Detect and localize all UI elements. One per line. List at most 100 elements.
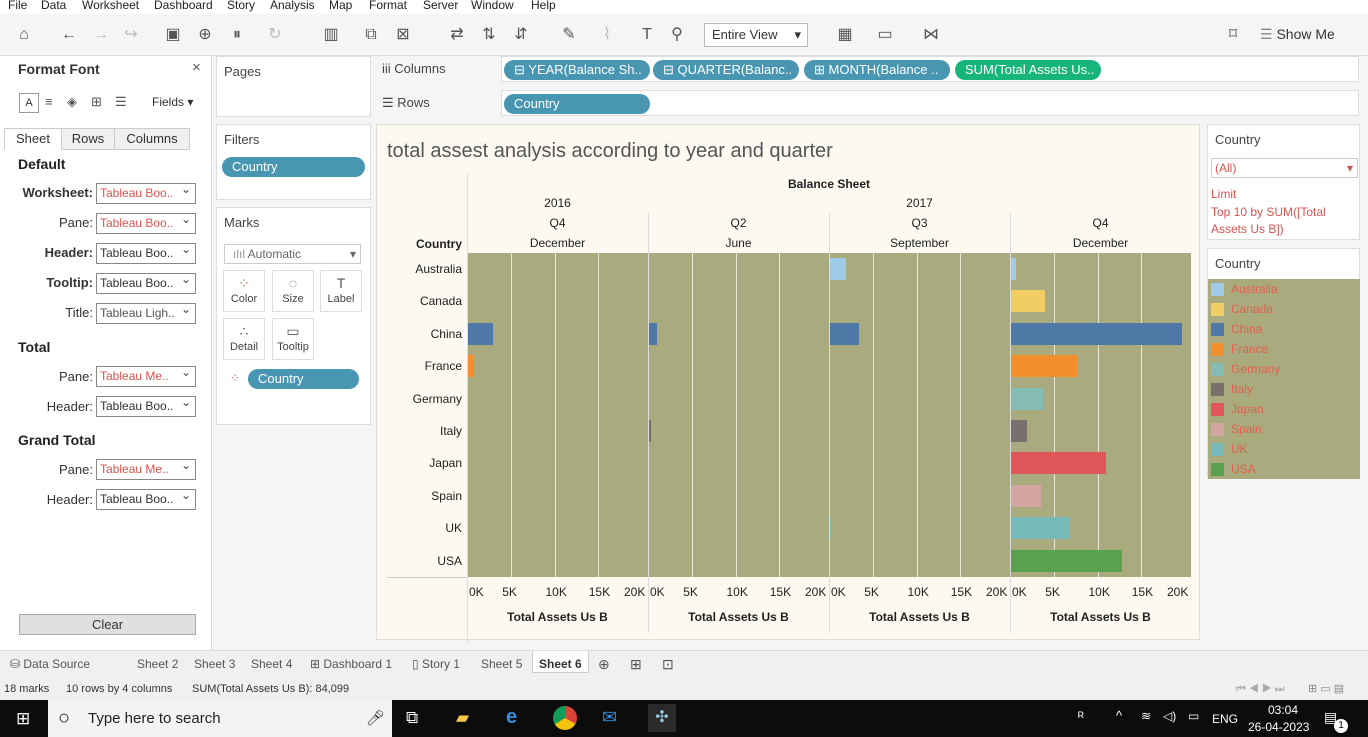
- share-icon[interactable]: ⋈: [920, 24, 942, 46]
- mail-icon[interactable]: ✉: [602, 707, 617, 728]
- total-header-font-select[interactable]: Tableau Boo..: [96, 396, 196, 417]
- battery-icon[interactable]: ▭: [1188, 709, 1199, 723]
- legend-item-uk[interactable]: UK: [1211, 442, 1248, 458]
- undo-icon[interactable]: ←: [58, 24, 80, 46]
- tab-sheet-2[interactable]: Sheet 2: [137, 656, 178, 678]
- country-label-uk[interactable]: UK: [377, 521, 462, 535]
- new-sheet-icon[interactable]: ⊕: [598, 656, 610, 678]
- header-month-2[interactable]: September: [829, 236, 1010, 250]
- replay-icon[interactable]: ↪: [120, 24, 142, 46]
- rows-drop-area[interactable]: Country: [501, 90, 1359, 116]
- bar-china-2[interactable]: [830, 322, 859, 345]
- shading-icon[interactable]: ◈: [67, 94, 77, 110]
- tooltip-button[interactable]: ▭ Tooltip: [272, 318, 314, 360]
- font-icon[interactable]: A: [19, 93, 39, 113]
- presentation-mode-icon[interactable]: ▭: [874, 24, 896, 46]
- country-label-germany[interactable]: Germany: [377, 392, 462, 406]
- bar-usa-3[interactable]: [1011, 549, 1122, 572]
- filter-pill-country[interactable]: Country: [222, 157, 365, 177]
- axis-title-2[interactable]: Total Assets Us B: [829, 610, 1010, 624]
- column-pill-sum-total-assets[interactable]: SUM(Total Assets Us..: [955, 60, 1101, 80]
- bar-italy-3[interactable]: [1011, 420, 1027, 442]
- group-icon[interactable]: ⌇: [596, 24, 618, 46]
- detail-button[interactable]: ∴ Detail: [223, 318, 265, 360]
- menu-analysis[interactable]: Analysis: [270, 0, 315, 11]
- country-label-spain[interactable]: Spain: [377, 489, 462, 503]
- clear-button[interactable]: Clear: [19, 614, 196, 635]
- tableau-icon[interactable]: ✣: [648, 704, 676, 732]
- menu-story[interactable]: Story: [227, 0, 255, 11]
- axis-title-3[interactable]: Total Assets Us B: [1010, 610, 1191, 624]
- tab-sheet[interactable]: Sheet: [4, 128, 62, 150]
- legend-item-italy[interactable]: Italy: [1211, 382, 1253, 398]
- grand-total-header-font-select[interactable]: Tableau Boo..: [96, 489, 196, 510]
- bar-france-3[interactable]: [1011, 355, 1077, 378]
- bar-australia-2[interactable]: [830, 258, 846, 280]
- row-pill-country[interactable]: Country: [504, 94, 650, 114]
- size-button[interactable]: ◌ Size: [272, 270, 314, 312]
- tray-chevron-icon[interactable]: ^: [1116, 708, 1122, 723]
- wifi-icon[interactable]: ≋: [1141, 709, 1151, 723]
- bar-china-0[interactable]: [468, 322, 494, 345]
- edge-icon[interactable]: e: [506, 706, 517, 729]
- header-quarter-2[interactable]: Q3: [829, 216, 1010, 230]
- grand-total-pane-font-select[interactable]: Tableau Me..: [96, 459, 196, 480]
- bar-japan-3[interactable]: [1011, 452, 1107, 475]
- country-label-china[interactable]: China: [377, 327, 462, 341]
- highlight-icon[interactable]: ✎: [558, 24, 580, 46]
- column-pill-month[interactable]: ⊞ MONTH(Balance ..: [804, 60, 950, 80]
- menu-data[interactable]: Data: [41, 0, 66, 11]
- menu-dashboard[interactable]: Dashboard: [154, 0, 213, 11]
- fields-dropdown[interactable]: Fields ▾: [152, 95, 193, 109]
- redo-icon[interactable]: →: [90, 24, 112, 46]
- legend-item-germany[interactable]: Germany: [1211, 362, 1280, 378]
- menu-help[interactable]: Help: [531, 0, 556, 11]
- menu-worksheet[interactable]: Worksheet: [82, 0, 139, 11]
- tab-sheet-5[interactable]: Sheet 5: [481, 656, 522, 678]
- sort-ascending-icon[interactable]: ⇅: [478, 24, 500, 46]
- legend-item-spain[interactable]: Spain: [1211, 422, 1262, 438]
- menu-window[interactable]: Window: [471, 0, 514, 11]
- tab-sheet-6[interactable]: Sheet 6: [532, 651, 589, 673]
- column-pill-quarter[interactable]: ⊟ QUARTER(Balanc..: [653, 60, 799, 80]
- view-select[interactable]: Entire View ▾: [704, 23, 808, 47]
- title-font-select[interactable]: Tableau Ligh..: [96, 303, 196, 324]
- new-story-icon[interactable]: ⊡: [662, 656, 674, 678]
- menu-server[interactable]: Server: [423, 0, 458, 11]
- axis-title-1[interactable]: Total Assets Us B: [648, 610, 829, 624]
- tab-sheet-3[interactable]: Sheet 3: [194, 656, 235, 678]
- volume-icon[interactable]: ◁): [1163, 709, 1176, 723]
- borders-icon[interactable]: ⊞: [91, 94, 102, 110]
- home-icon[interactable]: ⌂: [13, 24, 35, 46]
- tab-sheet-4[interactable]: Sheet 4: [251, 656, 292, 678]
- task-view-icon[interactable]: ⧉: [406, 708, 418, 728]
- header-quarter-3[interactable]: Q4: [1010, 216, 1191, 230]
- show-me-button[interactable]: ☰ Show Me: [1260, 26, 1335, 43]
- legend-item-japan[interactable]: Japan: [1211, 402, 1264, 418]
- bar-france-0[interactable]: [468, 355, 475, 378]
- close-icon[interactable]: ×: [192, 59, 201, 76]
- total-pane-font-select[interactable]: Tableau Me..: [96, 366, 196, 387]
- legend-item-canada[interactable]: Canada: [1211, 302, 1273, 318]
- pause-updates-icon[interactable]: ⏸: [226, 24, 248, 46]
- bar-spain-3[interactable]: [1011, 484, 1042, 507]
- new-worksheet-icon[interactable]: ▥: [320, 24, 342, 46]
- country-label-italy[interactable]: Italy: [377, 424, 462, 438]
- header-quarter-1[interactable]: Q2: [648, 216, 829, 230]
- color-button[interactable]: ⁘ Color: [223, 270, 265, 312]
- swap-icon[interactable]: ⇄: [446, 24, 468, 46]
- header-font-select[interactable]: Tableau Boo..: [96, 243, 196, 264]
- file-explorer-icon[interactable]: ▰: [456, 708, 469, 728]
- country-filter-dropdown[interactable]: (All) ▾: [1211, 158, 1358, 178]
- axis-title-0[interactable]: Total Assets Us B: [467, 610, 648, 624]
- sheet-nav-icon[interactable]: ⏮ ◀ ▶ ⏭: [1236, 678, 1285, 700]
- label-button[interactable]: T Label: [320, 270, 362, 312]
- menu-file[interactable]: File: [8, 0, 27, 11]
- column-pill-year[interactable]: ⊟ YEAR(Balance Sh..: [504, 60, 650, 80]
- legend-item-china[interactable]: China: [1211, 322, 1262, 338]
- tab-columns[interactable]: Columns: [114, 128, 190, 150]
- sheet-sorter-icon[interactable]: ⊞ ▭ ▤: [1308, 678, 1344, 700]
- people-icon[interactable]: ᴿ: [1078, 709, 1084, 724]
- marks-pill-country[interactable]: Country: [248, 369, 359, 389]
- refresh-icon[interactable]: ↻: [264, 24, 286, 46]
